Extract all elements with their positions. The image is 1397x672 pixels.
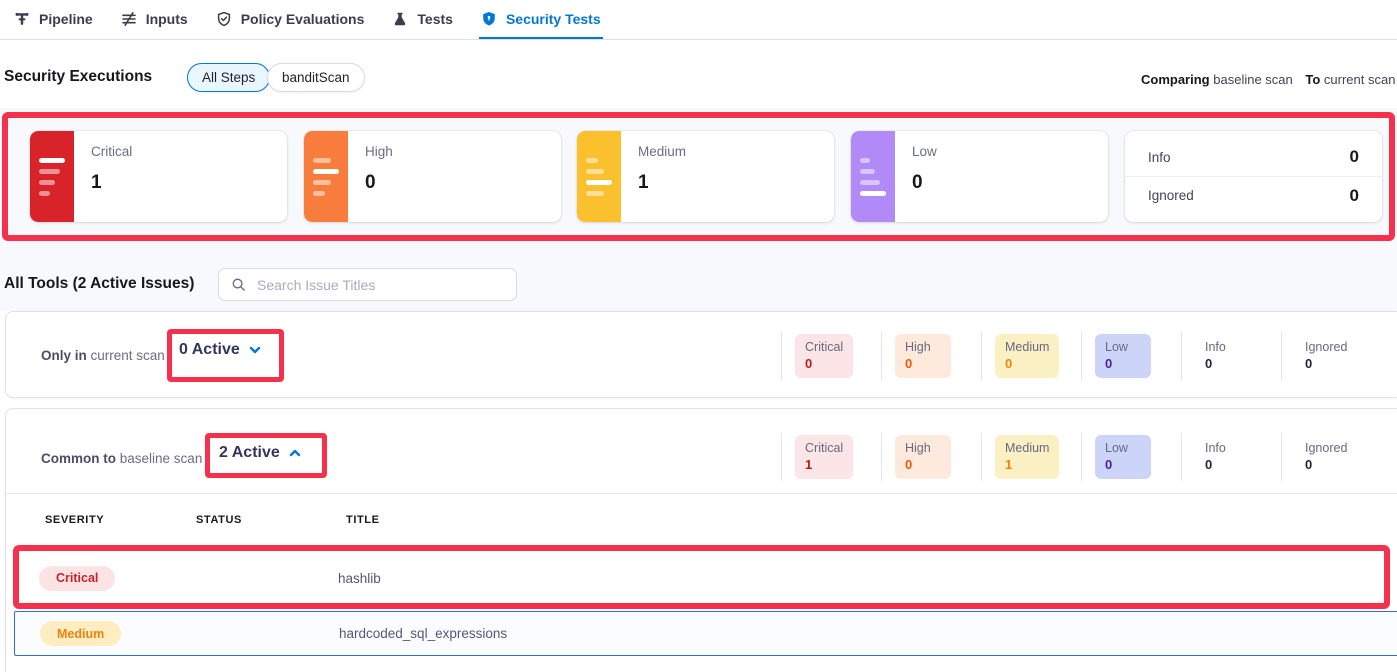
info-label: Info [1148,150,1171,165]
tab-label: Pipeline [39,11,93,27]
search-icon [231,277,246,292]
severity-badge: Critical [39,566,115,591]
policy-evaluations-icon [216,11,232,27]
filter-pill-all-steps[interactable]: All Steps [187,63,270,92]
tab-inputs[interactable]: Inputs [119,0,190,39]
high-severity-icon [304,131,348,222]
issue-row-hashlib[interactable]: Critical hashlib [14,548,1397,608]
issue-row-hardcoded-sql-expressions[interactable]: Medium hardcoded_sql_expressions [14,611,1397,656]
info-value: 0 [1350,147,1359,167]
column-header-title: TITLE [346,514,380,526]
tab-label: Tests [417,11,453,27]
chip-medium: Medium0 [995,334,1059,377]
summary-card-high: High 0 [304,131,561,222]
ignored-row: Ignored 0 [1125,176,1382,214]
comparing-label: Comparing [1141,72,1210,87]
to-label: To [1305,72,1320,87]
tests-icon [392,11,408,27]
card-label: Medium [638,144,686,159]
card-value: 0 [365,172,393,194]
severity-count-chips: Critical0 High0 Medium0 Low0 Info0 Ignor… [781,332,1396,380]
chip-critical: Critical1 [795,435,853,478]
execution-tabbar: Pipeline Inputs Policy Evaluations Tests… [0,0,1397,40]
group-panel-common-to-baseline: Common to baseline scan 2 Active Critica… [5,408,1397,672]
card-label: Critical [91,144,132,159]
summary-card-medium: Medium 1 [577,131,834,222]
divider [6,493,1397,494]
comparing-value: baseline scan [1213,72,1293,87]
chip-ignored: Ignored0 [1295,435,1357,478]
group-prefix: Common to [41,451,116,466]
tab-label: Security Tests [506,11,601,27]
summary-card-info-ignored: Info 0 Ignored 0 [1125,131,1382,222]
info-row: Info 0 [1125,138,1382,176]
tab-label: Inputs [146,11,188,27]
pill-label: banditScan [282,70,350,85]
summary-card-critical: Critical 1 [30,131,287,222]
summary-card-low: Low 0 [851,131,1108,222]
comparing-info: Comparing baseline scan To current scan [1141,72,1397,87]
to-value: current scan [1324,72,1396,87]
search-input[interactable] [255,276,504,294]
card-value: 1 [91,172,132,194]
card-value: 0 [912,172,937,194]
group-scan: current scan [91,348,165,363]
chevron-down-icon [248,343,262,357]
pipeline-icon [14,11,30,27]
chip-info: Info0 [1195,334,1251,377]
card-label: Low [912,144,937,159]
active-count-label: 2 Active [219,444,280,462]
chip-low: Low0 [1095,334,1151,377]
tab-security-tests[interactable]: Security Tests [479,0,603,39]
chip-high: High0 [895,435,951,478]
chip-low: Low0 [1095,435,1151,478]
chip-info: Info0 [1195,435,1251,478]
severity-count-chips: Critical1 High0 Medium1 Low0 Info0 Ignor… [781,433,1396,481]
tab-pipeline[interactable]: Pipeline [12,0,95,39]
chevron-up-icon [288,446,302,460]
group-label: Common to baseline scan [41,451,202,466]
security-tests-icon [481,11,497,27]
group-scan: baseline scan [120,451,203,466]
chip-critical: Critical0 [795,334,853,377]
column-header-status: STATUS [196,514,242,526]
inputs-icon [121,11,137,27]
group-panel-only-in-current: Only in current scan 0 Active Critical0 … [5,311,1397,398]
group-prefix: Only in [41,348,87,363]
severity-badge: Medium [40,621,121,646]
medium-severity-icon [577,131,621,222]
pill-label: All Steps [202,70,255,85]
ignored-value: 0 [1350,186,1359,206]
issue-search-box [218,268,517,301]
page-title: Security Executions [4,68,152,86]
chip-high: High0 [895,334,951,377]
tab-policy-evaluations[interactable]: Policy Evaluations [214,0,367,39]
active-count-label: 0 Active [179,341,240,359]
active-count-dropdown[interactable]: 2 Active [219,444,302,462]
column-header-severity: SEVERITY [45,514,104,526]
security-tests-page: Pipeline Inputs Policy Evaluations Tests… [0,0,1397,672]
tab-tests[interactable]: Tests [390,0,455,39]
critical-severity-icon [30,131,74,222]
group-label: Only in current scan [41,348,165,363]
chip-medium: Medium1 [995,435,1059,478]
low-severity-icon [851,131,895,222]
active-count-dropdown[interactable]: 0 Active [179,341,262,359]
all-tools-title: All Tools (2 Active Issues) [4,275,194,293]
chip-ignored: Ignored0 [1295,334,1357,377]
issue-title: hardcoded_sql_expressions [339,626,507,641]
ignored-label: Ignored [1148,188,1194,203]
card-value: 1 [638,172,686,194]
issue-title: hashlib [338,571,381,586]
card-label: High [365,144,393,159]
tab-label: Policy Evaluations [241,11,365,27]
filter-pill-banditscan[interactable]: banditScan [267,63,365,92]
